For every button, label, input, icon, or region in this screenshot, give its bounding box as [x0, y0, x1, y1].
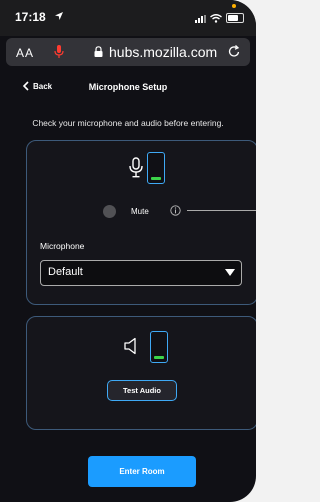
- microphone-level-meter: [147, 152, 165, 184]
- location-arrow-icon: [55, 12, 63, 20]
- caret-down-icon: [225, 269, 235, 276]
- wifi-icon: [210, 14, 222, 23]
- status-bar: 17:18: [0, 0, 256, 36]
- speaker-level-fill: [154, 356, 164, 359]
- cellular-signal-icon: [195, 15, 206, 23]
- info-icon[interactable]: [170, 205, 181, 216]
- status-icons: [195, 13, 244, 23]
- battery-icon: [226, 13, 244, 23]
- microphone-field-label: Microphone: [40, 241, 85, 251]
- page-title: Microphone Setup: [88, 82, 168, 92]
- tooltip-pointer-line: [187, 210, 256, 211]
- address-bar[interactable]: AA hubs.mozilla.com: [6, 38, 250, 66]
- screenshot-edge: [256, 0, 262, 502]
- phone-screen: 17:18 AA hubs.mozilla.com Back Microphon…: [0, 0, 256, 502]
- speaker-level-meter: [150, 331, 168, 363]
- privacy-indicator-icon: [232, 4, 236, 8]
- url-text[interactable]: hubs.mozilla.com: [109, 44, 217, 60]
- speaker-icon: [124, 337, 136, 355]
- microphone-icon: [129, 157, 143, 178]
- microphone-select-value: Default: [48, 266, 83, 278]
- instruction-text: Check your microphone and audio before e…: [32, 118, 224, 128]
- mute-label: Mute: [131, 207, 149, 216]
- lock-icon: [94, 46, 103, 57]
- nav-bar: Back Microphone Setup: [0, 78, 256, 100]
- text-size-button[interactable]: AA: [16, 46, 34, 60]
- mute-toggle[interactable]: [103, 205, 116, 218]
- status-time: 17:18: [15, 10, 46, 24]
- microphone-select[interactable]: Default: [40, 260, 242, 286]
- microphone-panel: Mute Microphone Default: [26, 140, 256, 305]
- reload-icon[interactable]: [228, 45, 241, 58]
- speaker-panel: Test Audio: [26, 316, 256, 430]
- microphone-in-use-icon[interactable]: [54, 45, 64, 59]
- test-audio-button[interactable]: Test Audio: [107, 380, 177, 401]
- enter-room-button[interactable]: Enter Room: [88, 456, 196, 487]
- microphone-level-fill: [151, 177, 161, 180]
